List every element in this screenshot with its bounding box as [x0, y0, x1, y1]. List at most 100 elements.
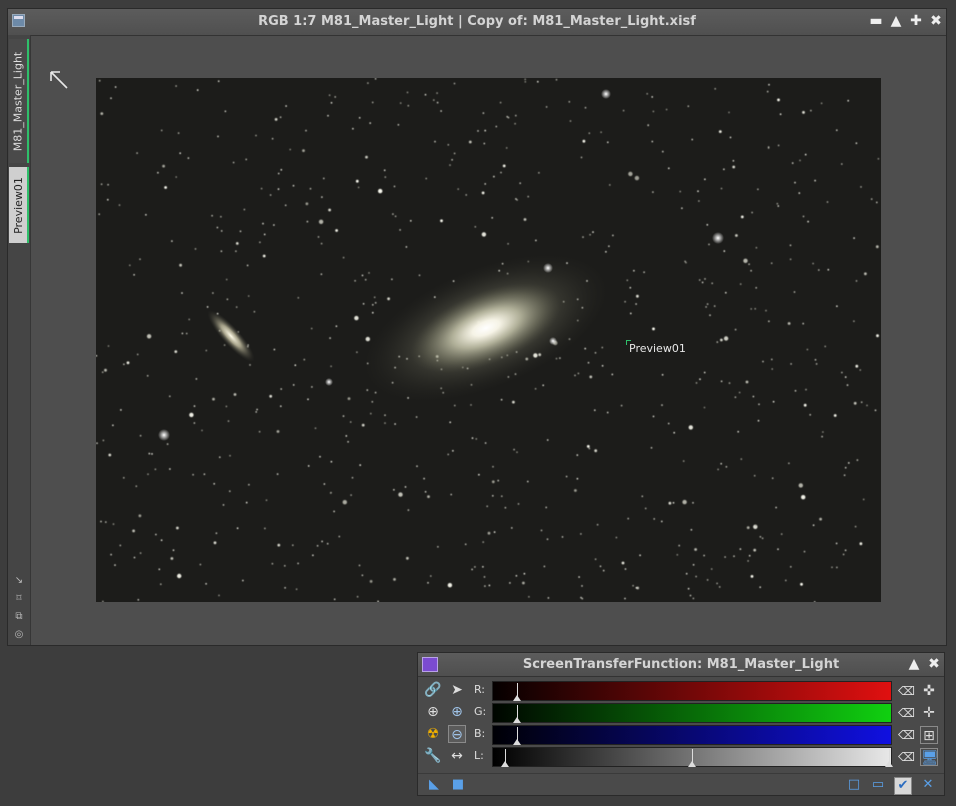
star — [709, 314, 711, 316]
star — [639, 554, 641, 557]
star — [436, 101, 439, 104]
star — [447, 144, 450, 146]
reset-r-icon[interactable]: ⌫ — [898, 683, 915, 699]
star — [844, 376, 847, 378]
star — [236, 527, 239, 529]
star — [263, 233, 266, 236]
link-channels-icon[interactable]: 🔗 — [424, 681, 442, 699]
star — [307, 465, 310, 467]
pointer-down-icon[interactable]: ↘ — [13, 575, 25, 587]
apply-checkmark-icon[interactable]: ✔ — [894, 777, 912, 795]
zoom-to-fit-icon[interactable] — [48, 69, 70, 91]
star — [876, 334, 879, 338]
star — [601, 365, 604, 367]
minimize-button[interactable]: ▲ — [888, 13, 904, 29]
track-view-icon[interactable]: □ — [846, 777, 862, 793]
star — [316, 545, 319, 547]
star — [482, 566, 484, 568]
slider-r[interactable] — [492, 681, 892, 701]
star — [292, 384, 295, 386]
star — [540, 529, 543, 532]
close-button[interactable]: ✖ — [928, 13, 944, 29]
star — [753, 474, 756, 477]
star — [450, 493, 453, 496]
star — [98, 213, 100, 215]
star — [394, 423, 396, 425]
star — [853, 401, 857, 405]
image-window-titlebar[interactable]: RGB 1:7 M81_Master_Light | Copy of: M81_… — [8, 9, 946, 36]
midtones-handle-l[interactable] — [688, 749, 696, 767]
star — [713, 305, 716, 307]
star — [273, 224, 275, 226]
star — [323, 483, 326, 485]
shadows-handle-b[interactable] — [512, 727, 521, 745]
star — [471, 437, 474, 439]
star — [449, 164, 451, 166]
shadows-handle-l[interactable] — [501, 749, 509, 767]
boosted-stretch-icon[interactable]: ✛ — [920, 704, 938, 722]
star — [96, 442, 98, 445]
slider-l[interactable] — [492, 747, 893, 767]
star — [668, 167, 670, 170]
star — [737, 430, 739, 433]
tab-main-view[interactable]: M81_Master_Light — [9, 39, 29, 163]
zoom-in-icon[interactable]: ⊕ — [424, 703, 442, 721]
star — [453, 82, 456, 85]
slider-b[interactable] — [492, 725, 892, 745]
reset-all-icon[interactable]: ✕ — [920, 777, 936, 793]
radiation-icon[interactable]: ☢ — [424, 725, 442, 743]
stf-shade-button[interactable]: ▲ — [906, 656, 922, 672]
star — [104, 368, 107, 372]
stf-close-button[interactable]: ✖ — [926, 656, 942, 672]
star — [101, 371, 104, 374]
stf-titlebar[interactable]: ScreenTransferFunction: M81_Master_Light… — [418, 653, 944, 677]
shadows-handle-r[interactable] — [512, 683, 521, 701]
star — [802, 322, 804, 325]
slider-g[interactable] — [492, 703, 892, 723]
zoom-out-icon[interactable]: ⊖ — [448, 725, 466, 743]
star — [807, 220, 809, 223]
target-icon[interactable]: ◎ — [13, 629, 25, 641]
star — [285, 105, 287, 107]
shade-button[interactable]: ▬ — [868, 13, 884, 29]
star — [399, 102, 402, 104]
star — [728, 111, 730, 114]
star — [108, 453, 112, 457]
auto-stretch-icon[interactable]: ✜ — [920, 682, 938, 700]
target-stretch-icon[interactable]: ⊞ — [920, 726, 938, 744]
star — [755, 246, 758, 249]
apply-global-icon[interactable]: ■ — [450, 777, 466, 793]
star — [695, 382, 698, 384]
star — [814, 179, 816, 182]
shadows-handle-g[interactable] — [512, 705, 521, 723]
star — [723, 168, 725, 171]
tab-preview01[interactable]: Preview01 — [9, 167, 29, 243]
highlights-handle-l[interactable] — [885, 749, 893, 767]
monitor-icon[interactable]: 🖥 — [920, 748, 939, 766]
new-instance-icon[interactable]: ◣ — [426, 777, 442, 793]
star — [501, 495, 503, 498]
star — [711, 282, 713, 285]
reset-l-icon[interactable]: ⌫ — [898, 749, 915, 765]
horizontal-arrows-icon[interactable]: ↔ — [448, 747, 466, 765]
wrench-icon[interactable]: 🔧 — [424, 747, 442, 765]
image-view[interactable]: Preview01 — [96, 78, 881, 602]
document-icon[interactable]: ▭ — [870, 777, 886, 793]
star — [629, 286, 632, 289]
star — [255, 411, 257, 413]
star — [195, 378, 198, 380]
star — [588, 132, 591, 134]
zoom-in-blue-icon[interactable]: ⊕ — [448, 703, 466, 721]
maximize-button[interactable]: ✚ — [908, 13, 924, 29]
reset-g-icon[interactable]: ⌫ — [898, 705, 915, 721]
star — [406, 556, 409, 560]
clone-view-icon[interactable]: ⧉ — [13, 611, 25, 623]
star — [225, 278, 228, 281]
pointer-icon[interactable]: ➤ — [448, 681, 466, 699]
fit-view-icon[interactable]: ⌑ — [13, 593, 25, 605]
star — [329, 492, 332, 494]
star — [112, 523, 115, 525]
star — [171, 240, 173, 242]
reset-b-icon[interactable]: ⌫ — [898, 727, 915, 743]
star — [513, 448, 515, 451]
